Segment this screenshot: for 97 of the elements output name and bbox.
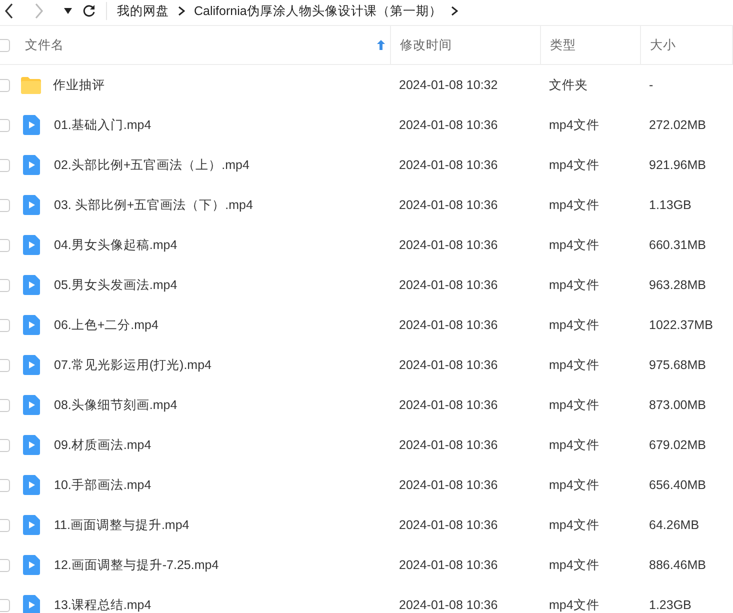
column-header[interactable]: 类型 [550,36,576,54]
file-type: mp4文件 [549,556,600,574]
row-checkbox[interactable] [0,358,10,372]
row-checkbox[interactable] [0,318,10,332]
file-name[interactable]: 12.画面调整与提升-7.25.mp4 [54,556,219,574]
file-size: 873.00MB [649,398,706,412]
video-file-icon [23,595,40,613]
file-name[interactable]: 13.课程总结.mp4 [54,596,152,613]
row-checkbox[interactable] [0,158,10,172]
video-file-icon [23,475,40,495]
file-size: 1022.37MB [649,318,713,332]
file-size: 272.02MB [649,118,706,132]
file-type: mp4文件 [549,156,600,174]
modified-time: 2024-01-08 10:36 [399,558,498,572]
modified-time: 2024-01-08 10:36 [399,158,498,172]
row-checkbox[interactable] [0,238,10,252]
modified-time: 2024-01-08 10:36 [399,398,498,412]
video-file-icon [23,435,40,455]
file-size: 1.13GB [649,198,692,212]
modified-time: 2024-01-08 10:36 [399,478,498,492]
modified-time: 2024-01-08 10:36 [399,518,498,532]
column-header[interactable]: 修改时间 [400,36,452,54]
video-file-icon [23,395,40,415]
row-checkbox[interactable] [0,518,10,532]
file-size: 886.46MB [649,558,706,572]
breadcrumb-item[interactable]: California伪厚涂人物头像设计课（第一期） [194,2,442,20]
file-size: 660.31MB [649,238,706,252]
breadcrumb-item[interactable]: 我的网盘 [117,2,169,20]
chevron-icon [178,6,185,16]
video-file-icon [23,155,40,175]
file-type: mp4文件 [549,516,600,534]
chevron-icon [450,6,458,16]
file-name[interactable]: 09.材质画法.mp4 [54,436,152,454]
modified-time: 2024-01-08 10:36 [399,238,498,252]
modified-time: 2024-01-08 10:36 [399,118,498,132]
modified-time: 2024-01-08 10:36 [399,278,498,292]
modified-time: 2024-01-08 10:36 [399,598,498,612]
back-icon[interactable] [4,3,14,19]
file-size: 64.26MB [649,518,700,532]
modified-time: 2024-01-08 10:36 [399,438,498,452]
video-file-icon [23,115,40,135]
row-checkbox[interactable] [0,438,10,452]
column-header[interactable]: 大小 [650,36,676,54]
file-name[interactable]: 作业抽评 [53,76,105,94]
file-name[interactable]: 04.男女头像起稿.mp4 [54,236,178,254]
file-type: mp4文件 [549,236,600,254]
select-all-checkbox[interactable] [0,38,10,52]
file-size: - [649,78,654,92]
column-header[interactable]: 文件名 [25,36,64,54]
row-checkbox[interactable] [0,278,10,292]
video-file-icon [23,315,40,335]
file-name[interactable]: 08.头像细节刻画.mp4 [54,396,178,414]
row-checkbox[interactable] [0,78,10,92]
row-checkbox[interactable] [0,198,10,212]
refresh-icon[interactable] [82,4,96,18]
file-name[interactable]: 02.头部比例+五官画法（上）.mp4 [54,156,250,174]
file-size: 1.23GB [649,598,692,612]
file-type: mp4文件 [549,276,600,294]
video-file-icon [23,555,40,575]
file-type: mp4文件 [549,196,600,214]
file-type: mp4文件 [549,596,600,613]
video-file-icon [23,355,40,375]
file-size: 975.68MB [649,358,706,372]
modified-time: 2024-01-08 10:32 [399,78,498,92]
file-name[interactable]: 06.上色+二分.mp4 [54,316,158,334]
file-type: mp4文件 [549,316,600,334]
file-type: 文件夹 [549,76,588,94]
file-size: 656.40MB [649,478,706,492]
row-checkbox[interactable] [0,398,10,412]
file-name[interactable]: 10.手部画法.mp4 [54,476,152,494]
file-name[interactable]: 01.基础入门.mp4 [54,116,152,134]
row-checkbox[interactable] [0,558,10,572]
row-checkbox[interactable] [0,118,10,132]
row-checkbox[interactable] [0,478,10,492]
file-size: 921.96MB [649,158,706,172]
folder-icon [20,76,42,94]
file-name[interactable]: 07.常见光影运用(打光).mp4 [54,356,212,374]
video-file-icon [23,235,40,255]
modified-time: 2024-01-08 10:36 [399,318,498,332]
file-type: mp4文件 [549,436,600,454]
file-name[interactable]: 03. 头部比例+五官画法（下）.mp4 [54,196,253,214]
sort-arrow-icon[interactable] [377,40,385,50]
row-checkbox[interactable] [0,598,10,612]
file-type: mp4文件 [549,396,600,414]
video-file-icon [23,195,40,215]
video-file-icon [23,275,40,295]
file-type: mp4文件 [549,476,600,494]
file-name[interactable]: 05.男女头发画法.mp4 [54,276,178,294]
file-name[interactable]: 11.画面调整与提升.mp4 [54,516,190,534]
file-size: 679.02MB [649,438,706,452]
file-type: mp4文件 [549,116,600,134]
file-type: mp4文件 [549,356,600,374]
dropdown-icon[interactable] [64,8,72,14]
modified-time: 2024-01-08 10:36 [399,198,498,212]
file-size: 963.28MB [649,278,706,292]
video-file-icon [23,515,40,535]
modified-time: 2024-01-08 10:36 [399,358,498,372]
